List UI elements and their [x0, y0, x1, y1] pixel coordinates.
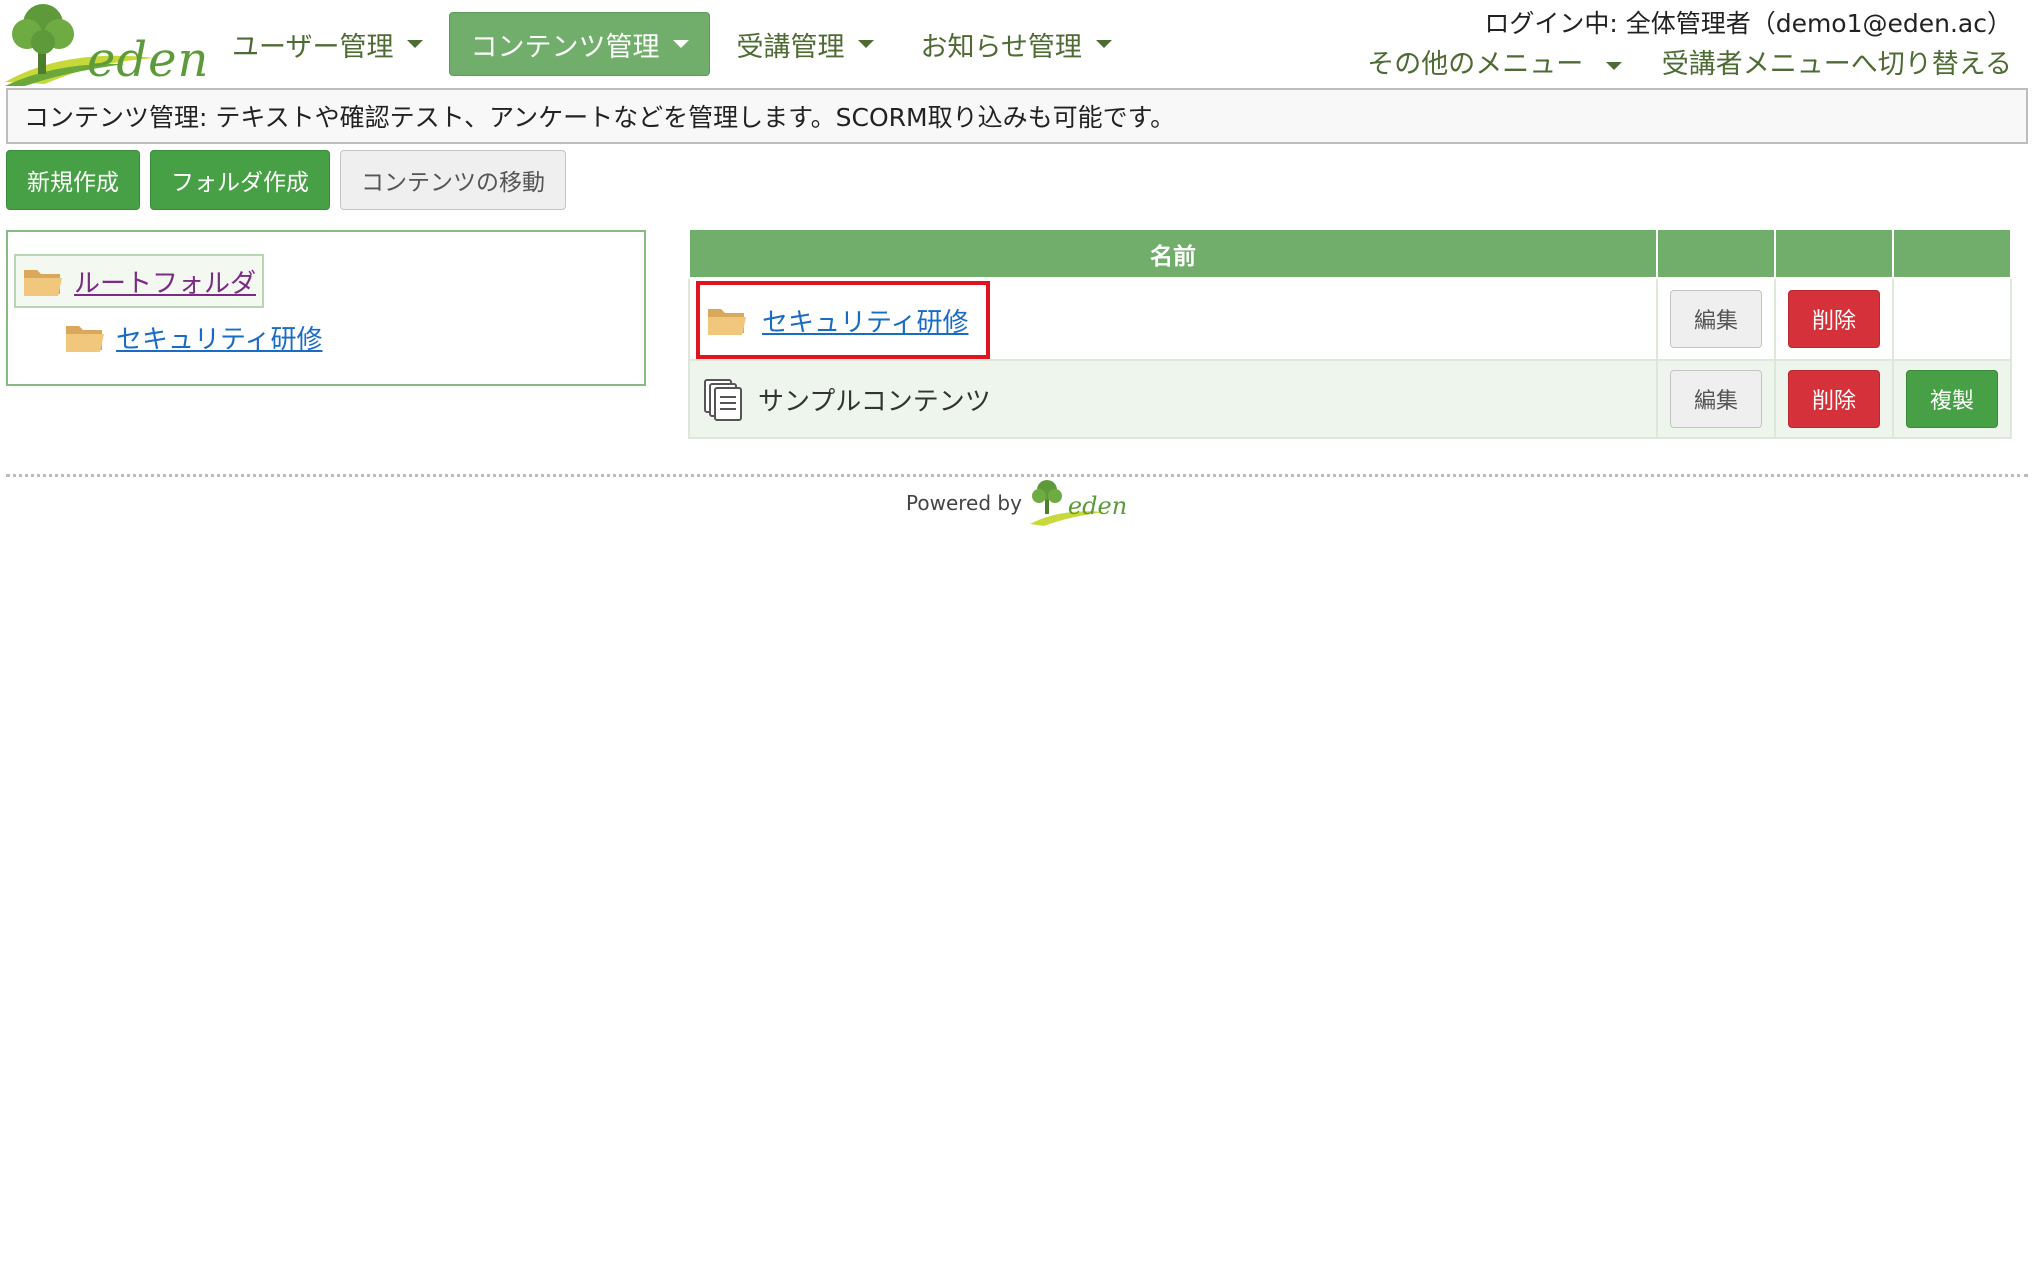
- highlighted-folder-cell: セキュリティ研修: [696, 281, 990, 359]
- powered-by: Powered by eden: [906, 478, 1130, 528]
- edit-cell: 編集: [1656, 277, 1776, 361]
- delete-column-header: [1774, 230, 1894, 279]
- new-content-button[interactable]: 新規作成: [6, 150, 140, 210]
- powered-by-text: Powered by: [906, 491, 1022, 515]
- delete-cell: 削除: [1774, 277, 1894, 361]
- page-description: コンテンツ管理: テキストや確認テスト、アンケートなどを管理します。SCORM取…: [6, 88, 2028, 144]
- caret-down-icon: [673, 40, 690, 48]
- edit-column-header: [1656, 230, 1776, 279]
- copy-cell: 複製: [1892, 359, 2012, 439]
- eden-logo[interactable]: eden: [5, 2, 208, 88]
- edit-button[interactable]: 編集: [1670, 370, 1762, 428]
- delete-cell: 削除: [1774, 359, 1894, 439]
- content-table: 名前 セキュリティ研修 編集 削除 サンプルコンテンツ 編集 削除 複製: [688, 230, 2012, 439]
- security-training-tree-link[interactable]: セキュリティ研修: [116, 319, 322, 356]
- nav-label: お知らせ管理: [920, 31, 1082, 63]
- document-stack-icon: [704, 379, 742, 421]
- nav-label: 受講管理: [736, 31, 845, 63]
- folder-icon: [66, 326, 104, 352]
- login-info: ログイン中: 全体管理者（demo1@eden.ac）: [1484, 9, 2012, 38]
- root-folder-link[interactable]: ルートフォルダ: [74, 263, 256, 300]
- tree-child-item[interactable]: セキュリティ研修: [64, 316, 322, 358]
- folder-icon: [708, 309, 746, 335]
- description-text: コンテンツ管理: テキストや確認テスト、アンケートなどを管理します。SCORM取…: [24, 103, 1176, 132]
- nav-enrollment-management[interactable]: 受講管理: [716, 12, 894, 76]
- caret-down-icon: [858, 40, 875, 48]
- table-header-row: 名前: [688, 230, 2012, 279]
- footer-logo-text: eden: [1067, 492, 1128, 520]
- name-column-header: 名前: [688, 230, 1658, 279]
- nav-user-management[interactable]: ユーザー管理: [212, 12, 443, 76]
- main-nav: ユーザー管理 コンテンツ管理 受講管理 お知らせ管理: [212, 12, 1132, 76]
- table-row: サンプルコンテンツ 編集 削除 複製: [688, 359, 2012, 439]
- nav-content-management[interactable]: コンテンツ管理: [449, 12, 711, 76]
- nav-notice-management[interactable]: お知らせ管理: [900, 12, 1131, 76]
- table-row: セキュリティ研修 編集 削除: [688, 277, 2012, 361]
- tree-root-item[interactable]: ルートフォルダ: [14, 254, 265, 308]
- caret-down-icon: [407, 40, 424, 48]
- nav-label: ユーザー管理: [232, 31, 394, 63]
- create-folder-button[interactable]: フォルダ作成: [150, 150, 330, 210]
- caret-down-icon: [1095, 40, 1112, 48]
- other-menu-dropdown[interactable]: その他のメニュー: [1367, 42, 1622, 81]
- folder-icon: [24, 270, 62, 296]
- logo-text: eden: [87, 32, 210, 88]
- copy-button[interactable]: 複製: [1906, 370, 1998, 428]
- footer-divider: [6, 474, 2028, 477]
- edit-cell: 編集: [1656, 359, 1776, 439]
- edit-button[interactable]: 編集: [1670, 290, 1762, 348]
- name-cell: セキュリティ研修: [688, 277, 1658, 361]
- name-cell: サンプルコンテンツ: [688, 359, 1658, 439]
- sub-nav: その他のメニュー 受講者メニューへ切り替える: [1367, 42, 2012, 81]
- copy-column-header: [1892, 230, 2012, 279]
- delete-button[interactable]: 削除: [1788, 290, 1880, 348]
- nav-label: コンテンツ管理: [470, 31, 660, 63]
- folder-tree: ルートフォルダ セキュリティ研修: [6, 230, 646, 386]
- footer-logo: eden: [1029, 478, 1130, 528]
- content-name-cell: サンプルコンテンツ: [690, 362, 1656, 436]
- caret-down-icon: [1605, 61, 1622, 70]
- switch-to-learner-link[interactable]: 受講者メニューへ切り替える: [1662, 42, 2012, 81]
- other-menu-label: その他のメニュー: [1367, 49, 1584, 80]
- page: eden ユーザー管理 コンテンツ管理 受講管理 お知らせ管理 ログイン中: 全…: [0, 0, 2034, 1280]
- security-training-folder-link[interactable]: セキュリティ研修: [762, 302, 968, 339]
- action-bar: 新規作成 フォルダ作成 コンテンツの移動: [6, 150, 566, 210]
- copy-cell-empty: [1892, 277, 2012, 361]
- move-content-button[interactable]: コンテンツの移動: [340, 150, 566, 210]
- delete-button[interactable]: 削除: [1788, 370, 1880, 428]
- sample-content-name: サンプルコンテンツ: [758, 386, 991, 417]
